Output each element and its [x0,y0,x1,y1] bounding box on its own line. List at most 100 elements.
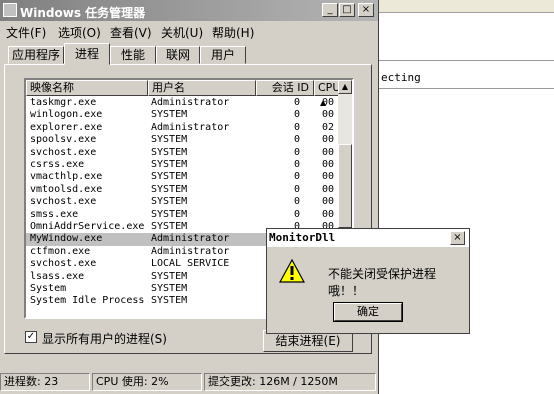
table-row[interactable]: explorer.exe Administrator 0 02 [26,122,338,134]
process-user-cell: SYSTEM [151,283,188,294]
process-user-cell: SYSTEM [151,270,188,282]
table-row[interactable]: csrss.exe SYSTEM 0 00 [26,159,338,171]
window-title: Windows 任务管理器 [20,6,146,20]
process-cpu-cell: 00 [322,171,335,183]
process-cpu-cell: 00 [322,183,335,195]
scroll-up-icon[interactable]: ▲ [338,80,352,94]
menu-bar: 文件(F) 选项(O) 查看(V) 关机(U) 帮助(H) [0,21,378,41]
process-name-cell: MyWindow.exe [30,233,103,245]
menu-file[interactable]: 文件(F) [6,24,46,41]
process-session-cell: 0 [294,146,301,158]
process-session-cell: 0 [294,196,301,208]
process-cpu-cell: 00 [322,159,335,170]
tab-users[interactable]: 用户 [200,46,246,64]
menu-shutdown[interactable]: 关机(U) [161,24,203,41]
warning-icon [279,259,305,283]
status-commit-charge: 提交更改: 126M / 1250M [204,373,376,391]
column-header-image-name[interactable]: 映像名称 [26,80,148,96]
app-icon [3,3,17,17]
process-user-cell: SYSTEM [151,134,188,146]
menu-view[interactable]: 查看(V) [110,24,152,41]
process-session-cell: 0 [294,159,301,170]
process-name-cell: explorer.exe [30,121,103,133]
process-session-cell: 0 [294,208,301,220]
process-name-cell: svchost.exe [30,196,97,208]
table-row[interactable]: vmacthlp.exe SYSTEM 0 00 [26,171,338,183]
process-name-cell: taskmgr.exe [30,97,97,108]
process-cpu-cell: 00 [322,109,335,121]
process-session-cell: 0 [294,109,301,121]
process-name-cell: System Idle Process [30,295,145,307]
process-session-cell: 0 [294,171,301,183]
column-header-user-name[interactable]: 用户名 [148,80,256,96]
process-user-cell: Administrator [151,245,230,257]
title-bar[interactable]: Windows 任务管理器 _ □ × [0,0,378,21]
status-cpu-usage: CPU 使用: 2% [92,373,202,391]
process-user-cell: SYSTEM [151,109,188,121]
message-dialog: MonitorDll × 不能关闭受保护进程哦！！ 确定 [266,228,470,334]
tab-processes[interactable]: 进程 [64,43,110,65]
show-all-users-label[interactable]: 显示所有用户的进程(S) [42,330,167,347]
process-user-cell: Administrator [151,121,230,133]
status-process-count: 进程数: 23 [0,373,90,391]
process-name-cell: vmacthlp.exe [30,171,103,183]
process-cpu-cell: 00 [322,208,335,220]
table-row[interactable]: vmtoolsd.exe SYSTEM 0 00 [26,184,338,196]
tab-networking[interactable]: 联网 [156,46,200,64]
background-text: ecting [381,71,421,84]
background-toolbar [378,0,554,13]
process-user-cell: SYSTEM [151,208,188,220]
process-session-cell: 0 [294,134,301,146]
process-name-cell: csrss.exe [30,159,85,170]
close-button[interactable]: × [358,3,374,17]
process-name-cell: OmniAddrService.exe [30,221,145,232]
table-row[interactable]: taskmgr.exe Administrator 0 00 [26,97,338,109]
process-session-cell: 0 [294,97,301,108]
process-name-cell: vmtoolsd.exe [30,183,103,195]
process-cpu-cell: 02 [322,121,335,133]
menu-options[interactable]: 选项(O) [58,24,101,41]
process-user-cell: SYSTEM [151,159,188,170]
table-row[interactable]: smss.exe SYSTEM 0 00 [26,209,338,221]
process-name-cell: ctfmon.exe [30,245,91,257]
tab-performance[interactable]: 性能 [110,46,156,64]
process-session-cell: 0 [294,183,301,195]
ok-button[interactable]: 确定 [333,302,403,322]
divider [378,88,554,89]
dialog-title-bar[interactable]: MonitorDll × [267,229,469,247]
process-cpu-cell: 00 [322,97,335,108]
process-user-cell: SYSTEM [151,183,188,195]
process-user-cell: LOCAL SERVICE [151,258,230,270]
table-row[interactable]: spoolsv.exe SYSTEM 0 00 [26,134,338,146]
process-user-cell: SYSTEM [151,146,188,158]
process-cpu-cell: 00 [322,196,335,208]
show-all-users-checkbox[interactable]: ✓ [25,331,37,343]
process-user-cell: Administrator [151,97,230,108]
maximize-button[interactable]: □ [339,3,355,17]
tab-applications[interactable]: 应用程序 [8,46,64,64]
process-user-cell: SYSTEM [151,221,188,232]
process-name-cell: svchost.exe [30,146,97,158]
dialog-title: MonitorDll [269,231,336,244]
table-row[interactable]: winlogon.exe SYSTEM 0 00 [26,109,338,121]
process-name-cell: smss.exe [30,208,79,220]
dialog-message: 不能关闭受保护进程哦！！ [328,267,437,298]
process-name-cell: lsass.exe [30,270,85,282]
divider [378,60,554,61]
task-manager-window: Windows 任务管理器 _ □ × 文件(F) 选项(O) 查看(V) 关机… [0,0,379,394]
column-header-session-id[interactable]: 会话 ID [256,80,314,96]
process-name-cell: spoolsv.exe [30,134,97,146]
scroll-thumb[interactable] [338,144,352,228]
minimize-button[interactable]: _ [322,3,338,17]
background-window: ecting [378,0,554,394]
process-user-cell: SYSTEM [151,295,188,307]
table-row[interactable]: svchost.exe SYSTEM 0 00 [26,196,338,208]
process-name-cell: System [30,283,67,294]
process-user-cell: SYSTEM [151,196,188,208]
menu-help[interactable]: 帮助(H) [212,24,254,41]
process-name-cell: winlogon.exe [30,109,103,121]
process-session-cell: 0 [294,121,301,133]
dialog-close-button[interactable]: × [450,231,465,245]
table-row[interactable]: svchost.exe SYSTEM 0 00 [26,147,338,159]
status-bar: 进程数: 23 CPU 使用: 2% 提交更改: 126M / 1250M [0,371,378,394]
